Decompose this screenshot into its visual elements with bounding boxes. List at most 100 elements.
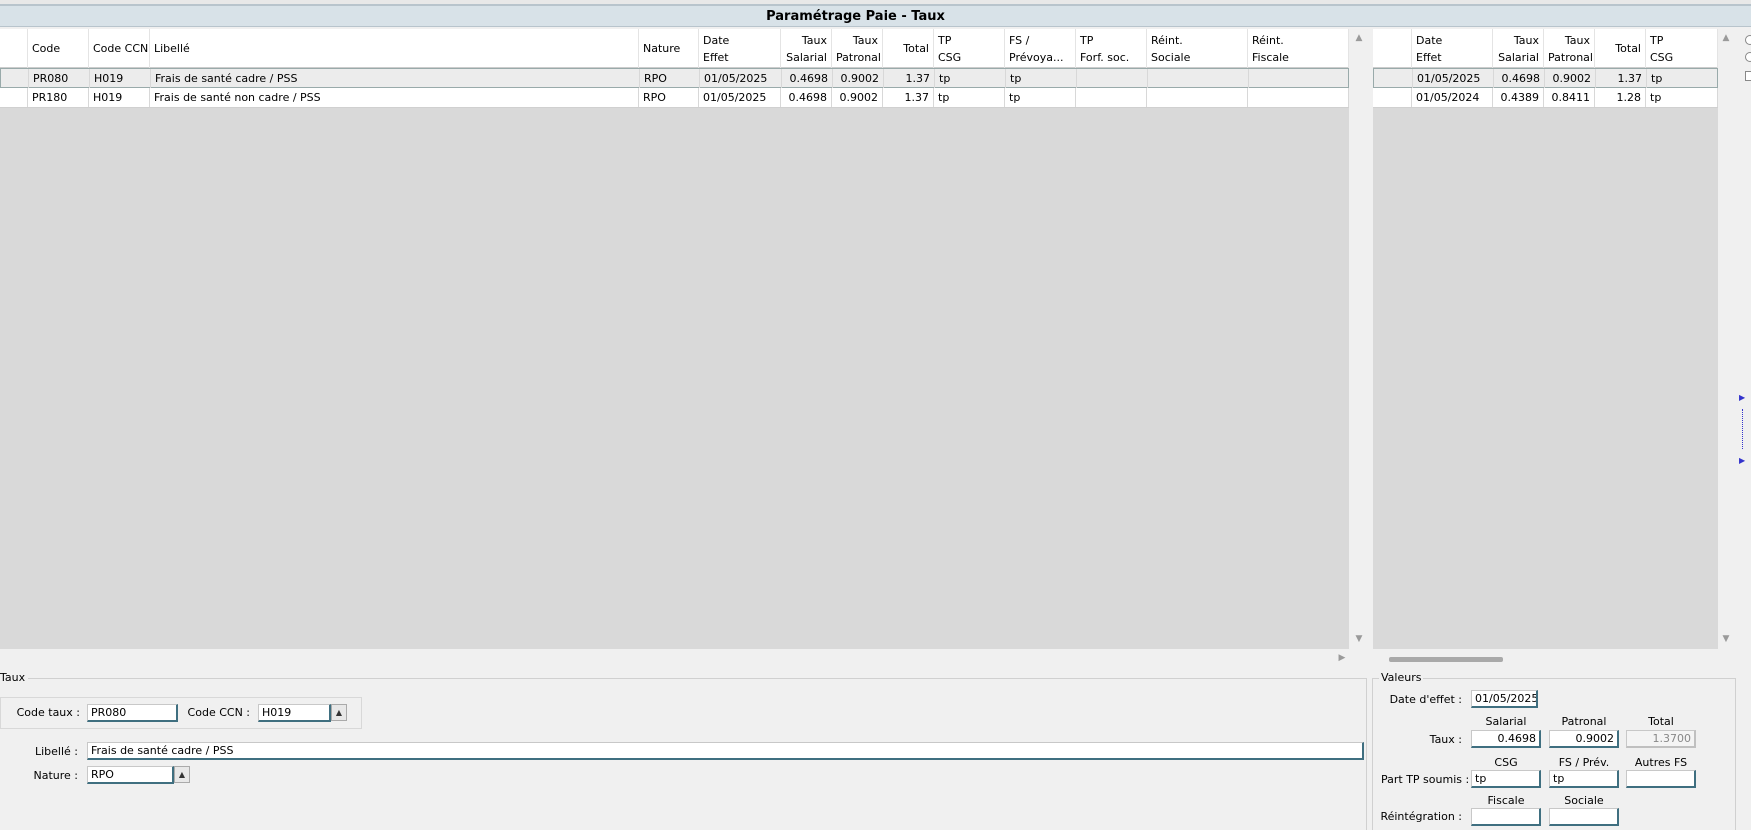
cell-taux-patronal[interactable]: 0.9002 [833,69,884,88]
cell-taux-salarial[interactable]: 0.4698 [1494,69,1545,88]
col-taux-patronal[interactable]: Taux Patronal [832,29,883,68]
col-rowselector[interactable] [0,29,28,68]
cell-total[interactable]: 1.37 [1596,69,1647,88]
date-effet-field[interactable]: 01/05/2025 [1471,690,1538,708]
part-tp-autres-fs-field[interactable] [1626,770,1696,788]
checkbox-icon[interactable] [1745,71,1751,81]
cell-taux-patronal[interactable]: 0.9002 [1545,69,1596,88]
radio-option-icon[interactable] [1745,52,1751,62]
cell-taux-patronal[interactable]: 0.9002 [832,88,883,107]
hist-col-taux-patronal[interactable]: Taux Patronal [1544,29,1595,68]
row-selector[interactable] [1373,88,1412,107]
cell-date-effet[interactable]: 01/05/2025 [700,69,782,88]
row-selector[interactable] [1374,69,1413,88]
code-ccn-field[interactable]: H019 [258,704,331,722]
part-tp-fs-prev-field[interactable]: tp [1549,770,1619,788]
cell-fs-prev[interactable]: tp [1006,69,1077,88]
col-code[interactable]: Code [28,29,89,68]
col-code-ccn[interactable]: Code CCN [89,29,150,68]
nature-field[interactable]: RPO [87,766,174,784]
cell-tp-csg[interactable]: tp [934,88,1005,107]
cell-code-ccn[interactable]: H019 [89,88,150,107]
cell-reint-fiscale[interactable] [1248,88,1349,107]
part-tp-csg-field[interactable]: tp [1471,770,1541,788]
libelle-label: Libellé : [34,745,78,758]
splitter-arrow-icon[interactable]: ▶ [1739,393,1745,402]
col-salarial-label: Salarial [1485,715,1527,728]
table-row[interactable]: 01/05/2025 0.4698 0.9002 1.37 tp [1373,68,1718,88]
cell-taux-salarial[interactable]: 0.4698 [781,88,832,107]
hist-col-date-effet[interactable]: Date Effet [1412,29,1493,68]
col-libelle[interactable]: Libellé [150,29,639,68]
page-title: Paramétrage Paie - Taux [0,6,1751,27]
cell-total[interactable]: 1.37 [883,88,934,107]
cell-reint-sociale[interactable] [1148,69,1249,88]
cell-libelle[interactable]: Frais de santé cadre / PSS [151,69,640,88]
col-nature[interactable]: Nature [639,29,699,68]
scroll-down-icon[interactable]: ▼ [1720,633,1732,645]
cell-tp-forf[interactable] [1077,69,1148,88]
col-tp-csg[interactable]: TP CSG [934,29,1005,68]
cell-total[interactable]: 1.37 [884,69,935,88]
cell-reint-sociale[interactable] [1147,88,1248,107]
row-selector[interactable] [1,69,29,88]
cell-tp-csg[interactable]: tp [935,69,1006,88]
nature-lookup-button[interactable]: ▲ [174,766,190,783]
col-fs-prev[interactable]: FS / Prévoya... [1005,29,1076,68]
history-grid-hscroll-thumb[interactable] [1389,657,1503,662]
code-taux-field[interactable]: PR080 [87,704,178,722]
scroll-up-icon[interactable]: ▲ [1353,32,1365,44]
scroll-down-icon[interactable]: ▼ [1353,633,1365,645]
row-selector[interactable] [0,88,28,107]
col-reint-sociale[interactable]: Réint. Sociale [1147,29,1248,68]
cell-code-ccn[interactable]: H019 [90,69,151,88]
history-grid-vscrollbar[interactable]: ▲ ▼ [1718,29,1735,649]
cell-total[interactable]: 1.28 [1595,88,1646,107]
hist-col-total[interactable]: Total [1595,29,1646,68]
col-rowselector[interactable] [1373,29,1412,68]
col-total[interactable]: Total [883,29,934,68]
table-row[interactable]: PR080 H019 Frais de santé cadre / PSS RP… [0,68,1349,88]
scroll-up-icon[interactable]: ▲ [1720,32,1732,44]
col-reint-sociale-l1: Réint. [1151,34,1183,47]
col-tp-forf[interactable]: TP Forf. soc. [1076,29,1147,68]
cell-code[interactable]: PR080 [29,69,90,88]
cell-taux-salarial[interactable]: 0.4698 [782,69,833,88]
scroll-right-icon[interactable]: ▶ [1336,652,1348,664]
taux-salarial-field[interactable]: 0.4698 [1471,730,1541,748]
code-ccn-lookup-button[interactable]: ▲ [331,704,347,721]
table-row[interactable]: PR180 H019 Frais de santé non cadre / PS… [0,88,1349,108]
reint-fiscale-field[interactable] [1471,808,1541,826]
splitter-handle[interactable] [1742,409,1746,449]
col-date-effet-l2: Effet [703,51,729,64]
hist-col-tp-csg[interactable]: TP CSG [1646,29,1718,68]
col-date-effet[interactable]: Date Effet [699,29,781,68]
taux-patronal-field[interactable]: 0.9002 [1549,730,1619,748]
reint-sociale-field[interactable] [1549,808,1619,826]
hist-col-taux-salarial[interactable]: Taux Salarial [1493,29,1544,68]
cell-fs-prev[interactable]: tp [1005,88,1076,107]
cell-nature[interactable]: RPO [640,69,700,88]
main-grid-vscrollbar[interactable]: ▲ ▼ [1349,29,1369,649]
radio-option-icon[interactable] [1745,35,1751,45]
taux-total-field: 1.3700 [1626,730,1696,748]
cell-libelle[interactable]: Frais de santé non cadre / PSS [150,88,639,107]
cell-nature[interactable]: RPO [639,88,699,107]
col-reint-fiscale[interactable]: Réint. Fiscale [1248,29,1349,68]
splitter-arrow-icon[interactable]: ▶ [1739,456,1745,465]
cell-date-effet[interactable]: 01/05/2024 [1412,88,1493,107]
table-row[interactable]: 01/05/2024 0.4389 0.8411 1.28 tp [1373,88,1718,108]
cell-tp-csg[interactable]: tp [1646,88,1718,107]
hist-col-date-effet-l2: Effet [1416,51,1442,64]
cell-reint-fiscale[interactable] [1249,69,1349,88]
cell-date-effet[interactable]: 01/05/2025 [699,88,781,107]
cell-taux-salarial[interactable]: 0.4389 [1493,88,1544,107]
cell-code[interactable]: PR180 [28,88,89,107]
col-taux-salarial[interactable]: Taux Salarial [781,29,832,68]
cell-tp-forf[interactable] [1076,88,1147,107]
cell-tp-csg[interactable]: tp [1647,69,1718,88]
cell-date-effet[interactable]: 01/05/2025 [1413,69,1494,88]
cell-taux-patronal[interactable]: 0.8411 [1544,88,1595,107]
libelle-field[interactable]: Frais de santé cadre / PSS [87,742,1364,760]
history-grid-header: Date Effet Taux Salarial Taux Patronal Tota… [1373,29,1718,68]
